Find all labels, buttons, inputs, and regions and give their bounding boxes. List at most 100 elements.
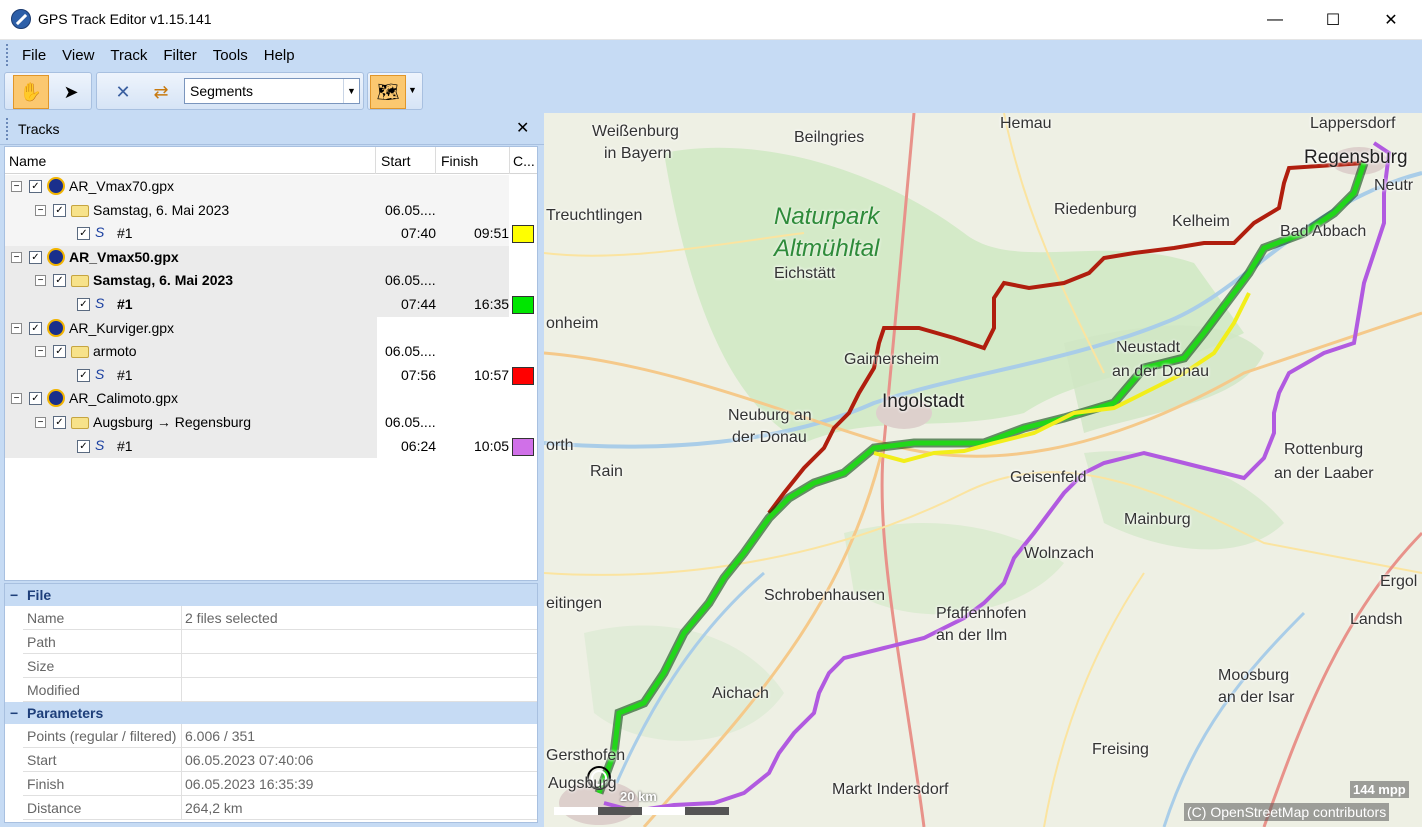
property-row[interactable]: Size (23, 654, 537, 678)
collapse-icon[interactable]: − (35, 204, 46, 216)
map-icon: 🗺 (376, 81, 400, 102)
tree-finish: 10:05 (474, 437, 510, 454)
checkbox[interactable]: ✓ (53, 345, 66, 359)
menu-view[interactable]: View (54, 47, 102, 64)
tracks-tree[interactable]: Name Start Finish C... − ✓ AR_Vmax70.gpx − ✓… (4, 146, 538, 581)
tracks-panel-title: Tracks (18, 121, 60, 137)
property-category-file[interactable]: − File (5, 584, 537, 606)
column-color[interactable]: C... (513, 153, 535, 169)
tree-label: AR_Vmax50.gpx (69, 248, 179, 265)
split-track-button[interactable]: ✕ (105, 75, 141, 109)
tree-file-row[interactable]: − ✓ AR_Vmax70.gpx (5, 175, 537, 199)
tree-track-row[interactable]: ✓ S #1 06:24 10:05 (5, 434, 537, 459)
checkbox[interactable]: ✓ (29, 392, 42, 406)
menu-help[interactable]: Help (256, 47, 303, 64)
collapse-icon[interactable]: − (10, 587, 18, 603)
map-place-label: Riedenburg (1054, 201, 1137, 218)
checkbox[interactable]: ✓ (29, 321, 42, 335)
tree-track-row[interactable]: ✓ S #1 07:44 16:35 (5, 293, 537, 317)
select-pointer-button[interactable]: ➤ (53, 75, 89, 109)
property-row[interactable]: Modified (23, 678, 537, 702)
property-category-parameters[interactable]: − Parameters (5, 702, 537, 724)
maximize-button[interactable]: ☐ (1304, 0, 1362, 40)
tree-finish: 10:57 (474, 366, 510, 383)
map-place-label: Augsburg (548, 775, 617, 792)
property-row[interactable]: Start 06.05.2023 07:40:06 (23, 748, 537, 772)
menu-grip-icon (6, 44, 8, 66)
checkbox[interactable]: ✓ (29, 180, 42, 193)
chevron-down-icon[interactable]: ▼ (343, 79, 359, 103)
gpx-file-icon (47, 177, 65, 195)
collapse-icon[interactable]: − (35, 417, 46, 428)
reverse-track-button[interactable]: ⇄ (143, 75, 179, 109)
tree-file-row[interactable]: − ✓ AR_Kurviger.gpx (5, 316, 537, 341)
property-row[interactable]: Distance 264,2 km (23, 796, 537, 820)
menu-file[interactable]: File (14, 47, 54, 64)
menu-filter[interactable]: Filter (155, 47, 204, 64)
property-row[interactable]: Points (regular / filtered) 6.006 / 351 (23, 724, 537, 748)
track-color-swatch[interactable] (512, 296, 534, 314)
minimize-button[interactable]: — (1246, 0, 1304, 40)
checkbox[interactable]: ✓ (77, 439, 90, 453)
collapse-icon[interactable]: − (11, 251, 22, 263)
map-place-label: Beilngries (794, 129, 865, 146)
checkbox[interactable]: ✓ (53, 274, 66, 288)
menu-track[interactable]: Track (102, 47, 155, 64)
collapse-icon[interactable]: − (11, 393, 22, 405)
map-place-label: an der Ilm (936, 627, 1008, 644)
tree-label: #1 (117, 225, 133, 242)
checkbox[interactable]: ✓ (53, 416, 66, 429)
tree-start: 06.05.... (385, 201, 436, 218)
tree-segment-row[interactable]: − ✓ Samstag, 6. Mai 2023 06.05.... (5, 198, 537, 223)
pan-hand-button[interactable]: ✋ (13, 75, 49, 109)
menu-tools[interactable]: Tools (205, 47, 256, 64)
column-name[interactable]: Name (9, 153, 46, 169)
collapse-icon[interactable]: − (35, 346, 46, 358)
mode-combo[interactable]: Segments ▼ (184, 78, 360, 104)
map-place-label: Markt Indersdorf (832, 781, 949, 798)
property-row[interactable]: Path (23, 630, 537, 654)
tree-segment-row[interactable]: − ✓ Samstag, 6. Mai 2023 06.05.... (5, 269, 537, 293)
checkbox[interactable]: ✓ (53, 203, 66, 217)
tree-label: AR_Vmax70.gpx (69, 178, 175, 194)
map-place-label: an der Isar (1218, 689, 1295, 706)
tree-start: 07:56 (401, 366, 437, 383)
map-layer-button[interactable]: 🗺 (370, 75, 406, 109)
collapse-icon[interactable]: − (35, 275, 46, 287)
column-start[interactable]: Start (381, 153, 411, 169)
tree-segment-row[interactable]: − ✓ Augsburg → Regensburg 06.05.... (5, 411, 537, 435)
column-finish[interactable]: Finish (441, 153, 478, 169)
track-color-swatch[interactable] (512, 366, 534, 385)
scale-bar (554, 807, 729, 815)
checkbox[interactable]: ✓ (29, 250, 42, 264)
close-button[interactable]: ✕ (1362, 0, 1420, 40)
map-place-label: Neuburg an (728, 407, 812, 424)
checkbox[interactable]: ✓ (77, 368, 90, 382)
tracks-panel-close-button[interactable]: ✕ (516, 118, 529, 138)
map-place-label: der Donau (732, 429, 807, 446)
tree-label: Samstag, 6. Mai 2023 (93, 201, 230, 218)
left-pane: Tracks ✕ Name Start Finish C... − ✓ AR_Vma… (0, 113, 544, 827)
map-place-label: Kelheim (1172, 213, 1230, 230)
checkbox[interactable]: ✓ (77, 298, 90, 311)
map-layer-dropdown-icon[interactable]: ▼ (408, 85, 417, 95)
map-view[interactable]: Weißenburg in Bayern Beilngries Hemau Lapper… (544, 113, 1422, 827)
tree-track-row[interactable]: ✓ S #1 07:56 10:57 (5, 363, 537, 388)
track-color-swatch[interactable] (512, 437, 534, 456)
collapse-icon[interactable]: − (11, 181, 22, 192)
property-row[interactable]: Finish 06.05.2023 16:35:39 (23, 772, 537, 796)
tree-track-row[interactable]: ✓ S #1 07:40 09:51 (5, 222, 537, 246)
tree-segment-row[interactable]: − ✓ armoto 06.05.... (5, 340, 537, 364)
collapse-icon[interactable]: − (10, 705, 18, 721)
track-color-swatch[interactable] (512, 225, 534, 244)
map-place-label: Naturpark (774, 203, 880, 230)
tree-start: 06.05.... (385, 272, 436, 289)
property-row[interactable]: Name 2 files selected (23, 606, 537, 630)
tree-file-row[interactable]: − ✓ AR_Calimoto.gpx (5, 387, 537, 411)
checkbox[interactable]: ✓ (77, 227, 90, 241)
tree-label: armoto (93, 343, 137, 360)
map-place-label: Ergol (1380, 573, 1418, 590)
properties-grid: − File Name 2 files selected Path Size Mo… (4, 583, 538, 823)
tree-file-row[interactable]: − ✓ AR_Vmax50.gpx (5, 245, 537, 270)
collapse-icon[interactable]: − (11, 322, 22, 334)
